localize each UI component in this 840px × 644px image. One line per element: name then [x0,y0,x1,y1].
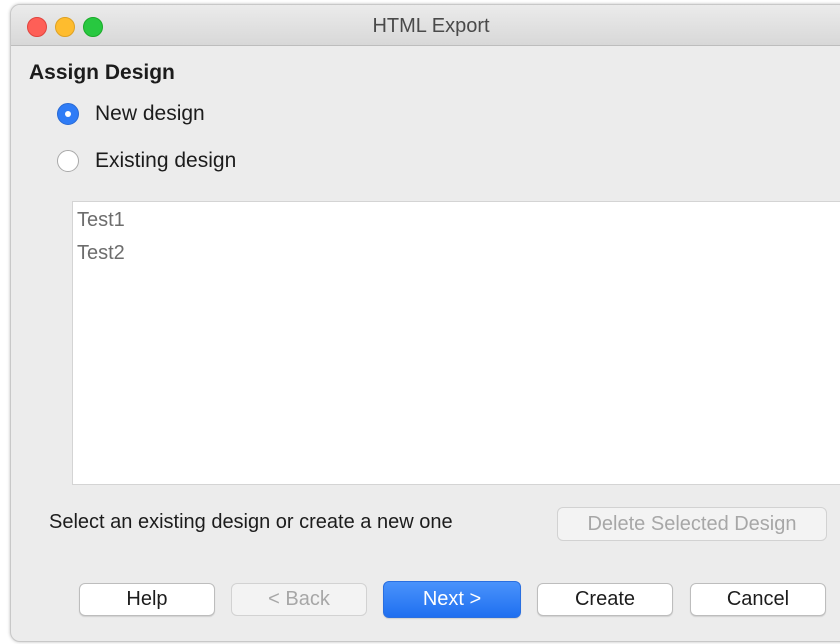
help-button[interactable]: Help [79,583,215,616]
back-button[interactable]: < Back [231,583,367,616]
existing-design-radio[interactable] [57,150,79,172]
section-title: Assign Design [29,61,175,84]
title-bar[interactable]: HTML Export [11,5,840,46]
create-button[interactable]: Create [537,583,673,616]
next-button[interactable]: Next > [383,581,521,618]
list-item[interactable]: Test1 [73,204,840,237]
new-design-option[interactable]: New design [57,102,205,126]
html-export-dialog: HTML Export Assign Design New design Exi… [10,4,840,642]
delete-selected-design-button[interactable]: Delete Selected Design [557,507,827,541]
existing-design-option[interactable]: Existing design [57,149,236,173]
new-design-radio[interactable] [57,103,79,125]
existing-design-label: Existing design [95,149,237,172]
cancel-button[interactable]: Cancel [690,583,826,616]
window-title: HTML Export [372,15,490,37]
list-item[interactable]: Test2 [73,237,840,270]
design-list[interactable]: Test1 Test2 [72,201,840,485]
hint-text: Select an existing design or create a ne… [49,511,453,533]
new-design-label: New design [95,102,205,125]
